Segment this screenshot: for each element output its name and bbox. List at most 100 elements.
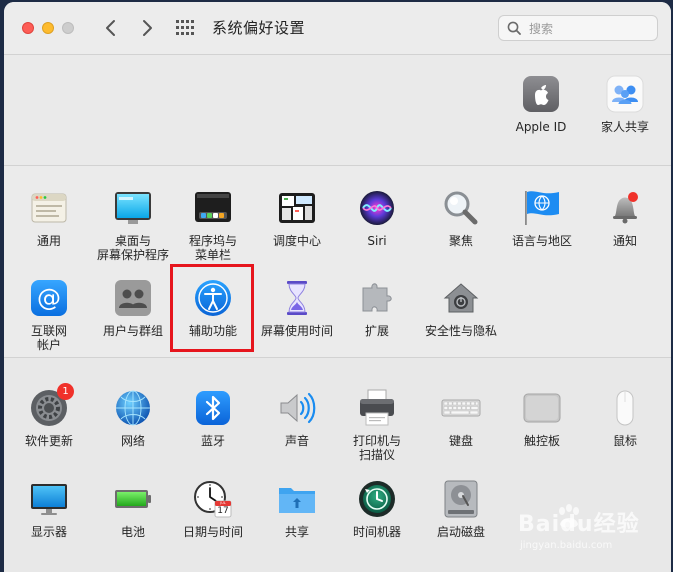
pref-label: 调度中心 <box>272 234 321 248</box>
speaker-icon <box>277 388 317 428</box>
pref-sharing[interactable]: 共享 <box>255 479 339 539</box>
time-machine-icon <box>357 479 397 519</box>
battery-icon <box>113 479 153 519</box>
mission-control-icon <box>277 188 317 228</box>
forward-button[interactable] <box>136 16 158 40</box>
users-icon <box>113 278 153 318</box>
pref-label: 触控板 <box>523 434 560 448</box>
pref-label: 蓝牙 <box>200 434 225 448</box>
calendar-day: 17 <box>217 506 229 516</box>
apple-logo-icon <box>521 74 561 114</box>
pref-displays[interactable]: 显示器 <box>7 479 91 539</box>
pref-label: 屏幕使用时间 <box>260 324 333 338</box>
show-all-button[interactable] <box>176 20 194 36</box>
search-field[interactable] <box>498 15 658 41</box>
close-window-button[interactable] <box>22 22 34 34</box>
window-title: 系统偏好设置 <box>212 19 306 37</box>
printer-icon <box>357 388 397 428</box>
search-input[interactable] <box>527 18 655 40</box>
pref-time-machine[interactable]: 时间机器 <box>335 479 419 539</box>
pref-mouse[interactable]: 鼠标 <box>583 388 667 448</box>
minimize-window-button[interactable] <box>42 22 54 34</box>
family-icon <box>605 74 645 114</box>
titlebar: 系统偏好设置 <box>4 2 671 55</box>
pref-label: Siri <box>367 234 387 248</box>
pref-software-update[interactable]: 1 软件更新 <box>7 383 91 448</box>
pref-label: 时间机器 <box>352 525 401 539</box>
network-globe-icon <box>113 388 153 428</box>
house-lock-icon <box>441 278 481 318</box>
globe-flag-icon <box>522 188 562 228</box>
hardware-section: 1 软件更新 网络 蓝牙 声音 打印机与 扫描仪 键盘 触控板 鼠标 显示器 电… <box>4 358 671 572</box>
back-button[interactable] <box>100 16 122 40</box>
pref-security[interactable]: 安全性与隐私 <box>419 278 503 338</box>
pref-battery[interactable]: 电池 <box>91 479 175 539</box>
pref-spotlight[interactable]: 聚焦 <box>419 188 503 248</box>
pref-bluetooth[interactable]: 蓝牙 <box>171 388 255 448</box>
pref-extensions[interactable]: 扩展 <box>335 278 419 338</box>
pref-network[interactable]: 网络 <box>91 388 175 448</box>
pref-users-groups[interactable]: 用户与群组 <box>91 278 175 338</box>
pref-sound[interactable]: 声音 <box>255 388 339 448</box>
pref-label: Apple ID <box>515 120 567 134</box>
trackpad-icon <box>522 388 562 428</box>
pref-label: 桌面与 屏幕保护程序 <box>96 234 169 262</box>
clock-calendar-icon: JUL 17 <box>193 479 233 519</box>
pref-startup-disk[interactable]: 启动磁盘 <box>419 479 503 539</box>
pref-general[interactable]: 通用 <box>7 188 91 248</box>
pref-dock[interactable]: 程序坞与 菜单栏 <box>171 188 255 262</box>
pref-label: 通用 <box>36 234 61 248</box>
pref-label: 显示器 <box>30 525 67 539</box>
display-icon <box>29 479 69 519</box>
pref-label: 网络 <box>120 434 145 448</box>
pref-language[interactable]: 语言与地区 <box>500 188 584 248</box>
at-sign-icon: @ <box>29 278 69 318</box>
update-count-badge: 1 <box>57 383 74 400</box>
pref-label: 用户与群组 <box>102 324 163 338</box>
pref-desktop[interactable]: 桌面与 屏幕保护程序 <box>91 188 175 262</box>
pref-keyboard[interactable]: 键盘 <box>419 388 503 448</box>
pref-label: 扩展 <box>364 324 389 338</box>
search-icon <box>507 21 521 35</box>
pref-trackpad[interactable]: 触控板 <box>500 388 584 448</box>
pref-label: 家人共享 <box>600 120 649 134</box>
pref-label: 键盘 <box>448 434 473 448</box>
pref-label: 启动磁盘 <box>436 525 485 539</box>
pref-label: 电池 <box>120 525 145 539</box>
pref-family-sharing[interactable]: 家人共享 <box>583 74 667 134</box>
mouse-icon <box>605 388 645 428</box>
folder-share-icon <box>277 479 317 519</box>
grid-icon <box>176 20 194 35</box>
pref-label: 语言与地区 <box>511 234 572 248</box>
pref-label: 声音 <box>284 434 309 448</box>
pref-date-time[interactable]: JUL 17 日期与时间 <box>171 479 255 539</box>
system-preferences-window: 系统偏好设置 Apple ID <box>4 2 671 572</box>
accessibility-highlight-box <box>170 264 254 352</box>
desktop-icon <box>113 188 153 228</box>
account-section: Apple ID 家人共享 <box>4 55 671 166</box>
pref-label: 软件更新 <box>24 434 73 448</box>
svg-text:@: @ <box>37 284 61 312</box>
pref-internet-accounts[interactable]: @ 互联网 帐户 <box>7 278 91 352</box>
pref-mission-control[interactable]: 调度中心 <box>255 188 339 248</box>
chevron-left-icon <box>106 20 115 36</box>
pref-apple-id[interactable]: Apple ID <box>499 74 583 134</box>
pref-label: 程序坞与 菜单栏 <box>188 234 237 262</box>
gear-icon: 1 <box>29 383 74 428</box>
pref-notifications[interactable]: 通知 <box>583 188 667 248</box>
pref-printers[interactable]: 打印机与 扫描仪 <box>335 388 419 462</box>
pref-label: 鼠标 <box>612 434 637 448</box>
dock-icon <box>193 188 233 228</box>
pref-label: 安全性与隐私 <box>424 324 497 338</box>
zoom-window-button[interactable] <box>62 22 74 34</box>
keyboard-icon <box>441 388 481 428</box>
pref-screen-time[interactable]: 屏幕使用时间 <box>255 278 339 338</box>
bell-icon <box>605 188 645 228</box>
hard-disk-icon <box>441 479 481 519</box>
pref-siri[interactable]: Siri <box>335 188 419 248</box>
pref-label: 通知 <box>612 234 637 248</box>
hourglass-icon <box>277 278 317 318</box>
pref-label: 共享 <box>284 525 309 539</box>
siri-icon <box>357 188 397 228</box>
puzzle-icon <box>357 278 397 318</box>
